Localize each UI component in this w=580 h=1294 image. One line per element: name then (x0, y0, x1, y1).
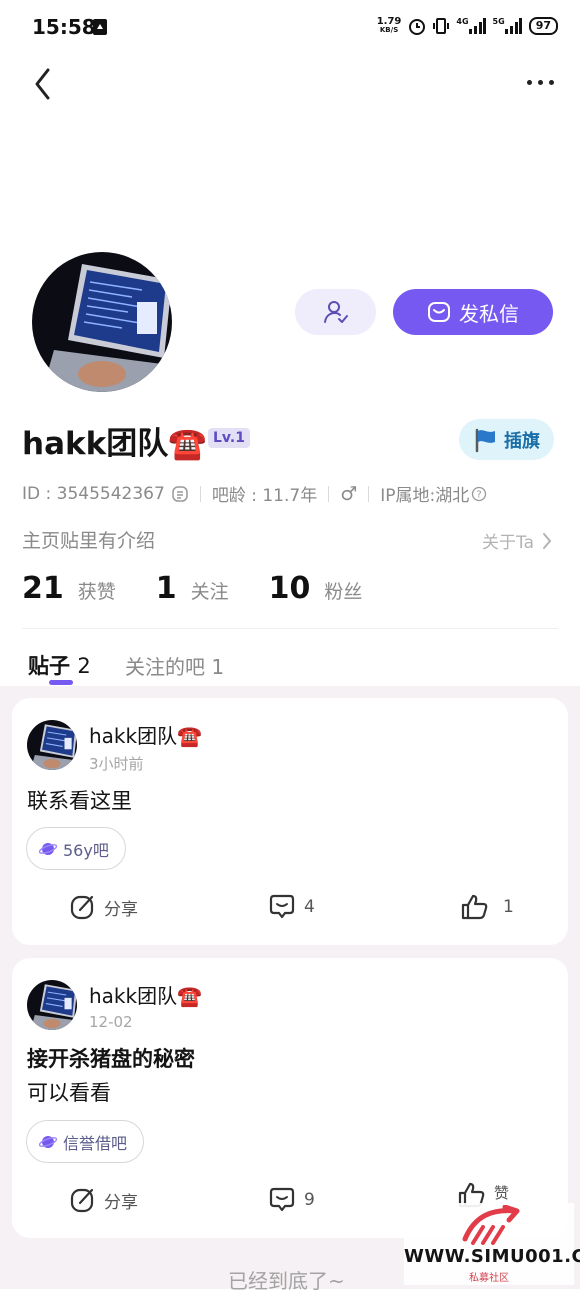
bar-age: 吧龄 : 11.7年 (211, 486, 318, 506)
chevron-right-icon (543, 532, 552, 549)
share-button[interactable]: 分享 (70, 1187, 138, 1213)
follow-button[interactable] (295, 289, 376, 335)
meta-divider (199, 485, 201, 502)
fans-label: 粉丝 (324, 581, 363, 603)
post-bar-tag-label: 56y吧 (63, 840, 109, 860)
meta-divider (328, 485, 330, 502)
profile-intro: 主页贴里有介绍 (22, 530, 156, 552)
like-label: 赞 (494, 1183, 510, 1202)
tab-followed-bars[interactable]: 关注的吧 1 (125, 651, 224, 680)
post-card[interactable]: hakk团队☎️ 12-02 接开杀猪盘的秘密 可以看看 信誉借吧 分享 9 赞 (12, 958, 568, 1238)
watermark: WWW.SIMU001.CN 私募社区 (404, 1203, 580, 1285)
notification-icon (93, 19, 107, 35)
post-author-avatar[interactable] (27, 720, 77, 770)
post-title: 接开杀猪盘的秘密 (27, 1047, 195, 1071)
signal-icon-2 (504, 18, 522, 34)
end-of-list-text: 已经到底了~ (228, 1269, 345, 1293)
tab-indicator (49, 680, 73, 685)
divider (22, 628, 558, 629)
share-button[interactable]: 分享 (70, 894, 138, 920)
post-author-avatar[interactable] (27, 980, 77, 1030)
likes-label: 获赞 (77, 581, 116, 603)
avatar-image (27, 720, 77, 770)
like-count: 1 (503, 897, 514, 917)
flag-button[interactable]: 插旗 (459, 419, 554, 460)
tab-posts[interactable]: 贴子 2 (28, 650, 91, 680)
flag-icon (475, 428, 495, 452)
planet-icon (39, 1135, 57, 1148)
user-check-icon (323, 301, 348, 323)
battery-icon: 97 (528, 17, 558, 35)
share-label: 分享 (104, 899, 138, 920)
thumbs-up-icon (461, 894, 488, 920)
comment-icon (269, 894, 295, 919)
post-body: 可以看看 (27, 1081, 111, 1105)
more-icon[interactable] (527, 80, 554, 85)
ip-location: IP属地:湖北 (380, 486, 470, 506)
signal-icon (468, 18, 486, 34)
copy-icon[interactable] (171, 485, 189, 503)
comment-count: 9 (304, 1190, 315, 1210)
planet-icon (39, 842, 57, 855)
tab-posts-label: 贴子 (28, 654, 70, 678)
profile-meta: ID : 3545542367 吧龄 : 11.7年 ♂ IP属地:湖北 ? (22, 481, 487, 506)
profile-stats: 21 获赞 1 关注 10 粉丝 (22, 571, 402, 606)
comment-count: 4 (304, 897, 315, 917)
about-link[interactable]: 关于Ta (482, 528, 552, 553)
following-count[interactable]: 1 (156, 571, 177, 606)
post-body: 联系看这里 (27, 789, 132, 813)
tab-posts-count: 2 (77, 654, 91, 678)
avatar-image (27, 980, 77, 1030)
alarm-icon (409, 19, 426, 35)
help-icon[interactable]: ? (471, 486, 487, 502)
comment-button[interactable]: 4 (268, 894, 315, 920)
svg-text:?: ? (477, 489, 482, 500)
vibrate-icon (433, 18, 450, 34)
like-button[interactable]: 1 (461, 894, 514, 920)
user-id: ID : 3545542367 (22, 483, 165, 504)
about-label: 关于Ta (482, 533, 534, 553)
post-content: 接开杀猪盘的秘密 可以看看 (27, 1042, 195, 1110)
net-speed: 1.79 KB/S (376, 16, 402, 35)
watermark-subtext: 私募社区 (469, 1273, 509, 1284)
message-icon (428, 302, 450, 322)
share-icon (70, 1188, 94, 1213)
post-time: 12-02 (89, 1013, 133, 1031)
gender-male-icon: ♂ (340, 482, 358, 505)
comment-button[interactable]: 9 (268, 1187, 315, 1213)
comment-icon (269, 1187, 295, 1212)
avatar-image (32, 252, 172, 392)
meta-divider (368, 485, 370, 502)
post-time: 3小时前 (89, 755, 144, 773)
clock: 15:58 (32, 15, 96, 39)
post-bar-tag[interactable]: 信誉借吧 (26, 1120, 145, 1163)
share-icon (70, 895, 94, 920)
post-author-name[interactable]: hakk团队☎️ (89, 720, 202, 749)
post-card[interactable]: hakk团队☎️ 3小时前 联系看这里 56y吧 分享 4 1 (12, 698, 568, 945)
post-bar-tag[interactable]: 56y吧 (26, 827, 126, 870)
watermark-logo (462, 1205, 520, 1245)
level-badge: Lv.1 (208, 428, 250, 448)
send-message-label: 发私信 (459, 301, 519, 326)
likes-count[interactable]: 21 (22, 571, 64, 606)
avatar[interactable] (32, 252, 172, 392)
fans-count[interactable]: 10 (269, 571, 311, 606)
share-label: 分享 (104, 1192, 138, 1213)
status-icons: 1.79 KB/S 4G 5G 97 (377, 17, 558, 35)
watermark-text: WWW.SIMU001.CN (404, 1246, 580, 1267)
post-bar-tag-label: 信誉借吧 (63, 1133, 128, 1153)
back-icon[interactable] (30, 66, 58, 102)
profile-username: hakk团队☎️ (22, 426, 207, 462)
post-author-name[interactable]: hakk团队☎️ (89, 980, 202, 1009)
flag-label: 插旗 (504, 430, 540, 452)
status-bar: 15:58 1.79 KB/S 4G 5G 97 (0, 0, 580, 56)
following-label: 关注 (190, 581, 229, 603)
send-message-button[interactable]: 发私信 (393, 289, 553, 335)
